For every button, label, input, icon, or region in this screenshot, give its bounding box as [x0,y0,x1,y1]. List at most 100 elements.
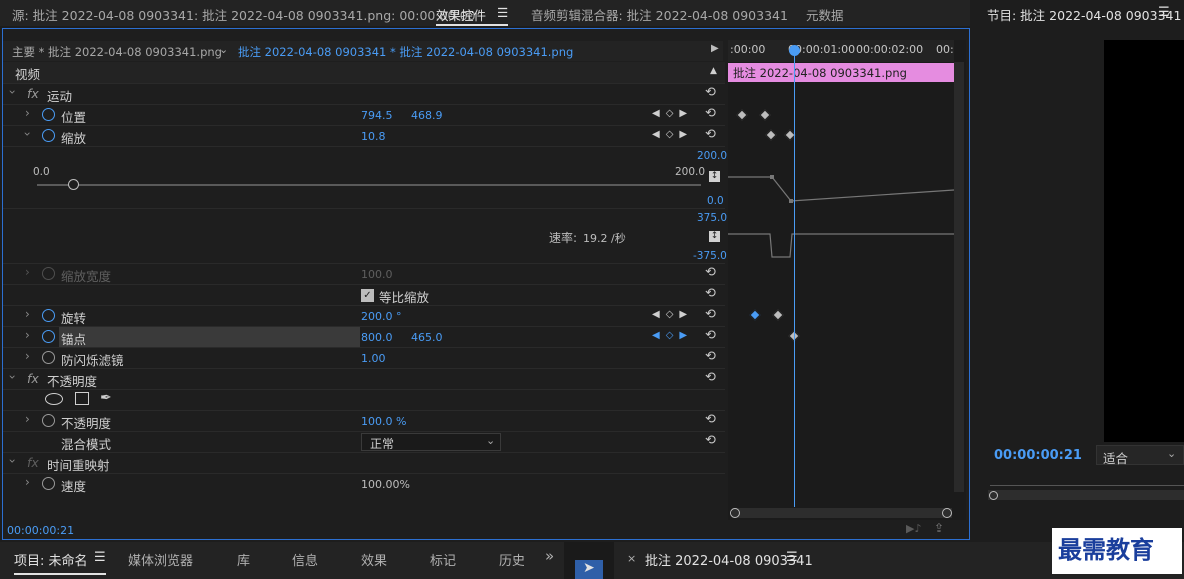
scroll-handle[interactable] [942,508,952,518]
vertical-scrollbar[interactable] [954,62,964,492]
tab-media-browser[interactable]: 媒体浏览器 [128,550,193,569]
stopwatch-icon[interactable] [42,108,55,121]
program-title[interactable]: 节目: 批注 2022-04-08 0903341 [987,5,1181,24]
graph-toggle-icon[interactable]: ↕ [709,231,720,242]
play-audio-icon[interactable]: ▶♪ [906,522,921,535]
tab-source[interactable]: 源: 批注 2022-04-08 0903341: 批注 2022-04-08 … [12,5,476,24]
expand-icon[interactable]: › [25,328,30,342]
stopwatch-icon[interactable] [42,477,55,490]
speed-value[interactable]: 100.00% [361,478,410,491]
scale-value[interactable]: 10.8 [361,130,386,143]
flicker-value[interactable]: 1.00 [361,352,386,365]
tab-audio-clip-mixer[interactable]: 音频剪辑混合器: 批注 2022-04-08 0903341 [531,5,788,24]
program-timecode[interactable]: 00:00:00:21 [994,448,1082,463]
expand-icon[interactable]: › [25,106,30,120]
time-remap-row[interactable]: › fx 时间重映射 [3,452,725,473]
expand-icon[interactable]: › [25,307,30,321]
playhead-handle[interactable] [789,45,800,56]
blend-mode-dropdown[interactable]: 正常 ⌄ [361,433,501,451]
scroll-handle[interactable] [730,508,740,518]
expand-icon[interactable]: › [5,459,19,464]
tab-metadata[interactable]: 元数据 [806,5,844,24]
reset-icon[interactable]: ⟲ [705,307,716,322]
scale-graph-curves[interactable] [728,146,954,262]
scale-slider-track[interactable] [37,184,701,186]
position-x-value[interactable]: 794.5 [361,109,393,122]
graph-handle[interactable] [770,175,774,179]
opacity-section-row[interactable]: › fx 不透明度 ⟲ [3,368,725,389]
motion-row[interactable]: › fx 运动 ⟲ [3,83,725,104]
opacity-value[interactable]: 100.0 % [361,415,406,428]
expand-icon[interactable]: › [25,349,30,363]
stopwatch-icon[interactable] [42,309,55,322]
program-menu-icon[interactable]: ☰ [1158,5,1170,20]
scroll-handle[interactable] [989,491,998,500]
expand-icon[interactable]: › [5,375,19,380]
reset-icon[interactable]: ⟲ [705,127,716,142]
reset-icon[interactable]: ⟲ [705,85,716,100]
anchor-x-value[interactable]: 800.0 [361,331,393,344]
anchor-y-value[interactable]: 465.0 [411,331,443,344]
zoom-scrollbar[interactable] [732,508,952,518]
tab-menu-icon[interactable]: ☰ [497,5,508,20]
tab-markers[interactable]: 标记 [430,550,456,569]
reset-icon[interactable]: ⟲ [705,349,716,364]
play-only-audio-icon[interactable]: ▶ [711,43,719,54]
uniform-scale-checkbox[interactable]: ✓ [361,289,374,302]
fx-icon[interactable]: fx [27,371,39,386]
tab-project[interactable]: 项目: 未命名 [14,550,88,569]
tab-effects[interactable]: 效果 [361,550,387,569]
clip-bar[interactable]: 批注 2022-04-08 0903341.png [728,63,954,82]
tab-info[interactable]: 信息 [292,550,318,569]
expand-icon[interactable]: › [5,90,19,95]
keyframe-navigator[interactable]: ◀◇▶ [652,309,693,320]
current-timecode[interactable]: 00:00:00:21 [7,524,74,537]
chevron-down-icon[interactable]: ⌄ [219,43,228,56]
collapse-up-icon[interactable]: ▲ [710,66,717,76]
rotation-value[interactable]: 200.0 ° [361,310,402,323]
ellipse-mask-icon[interactable] [45,393,63,405]
tab-menu-icon[interactable]: ☰ [786,550,798,565]
fit-dropdown[interactable]: 适合 ⌄ [1096,445,1184,466]
selection-tool-button[interactable]: ➤ [575,560,603,579]
reset-icon[interactable]: ⟲ [705,370,716,385]
sequence-clip-label[interactable]: 批注 2022-04-08 0903341 * 批注 2022-04-08 09… [238,44,573,60]
expand-icon[interactable]: › [20,132,34,137]
time-ruler[interactable]: :00:00 00:00:01:00 00:00:02:00 00: [728,40,954,62]
program-ruler[interactable] [990,477,1184,486]
stopwatch-icon[interactable] [42,330,55,343]
expand-icon[interactable]: › [25,475,30,489]
tab-effect-controls[interactable]: 效果控件 [436,5,486,24]
scale-slider-knob[interactable] [67,179,79,190]
reset-icon[interactable]: ⟲ [705,412,716,427]
reset-icon[interactable]: ⟲ [705,328,716,343]
fx-icon[interactable]: fx [27,86,39,101]
keyframe-navigator[interactable]: ◀◇▶ [652,330,693,341]
reset-icon[interactable]: ⟲ [705,286,716,301]
stopwatch-icon[interactable] [42,351,55,364]
reset-icon[interactable]: ⟲ [705,265,716,280]
stopwatch-icon[interactable] [42,414,55,427]
playhead[interactable] [794,47,795,507]
tab-menu-icon[interactable]: ☰ [94,550,106,565]
tab-libraries[interactable]: 库 [237,550,250,569]
master-clip-label[interactable]: 主要 * 批注 2022-04-08 0903341.png [12,44,222,60]
rate-value: 19.2 /秒 [583,232,626,245]
rectangle-mask-icon[interactable] [75,392,89,405]
keyframe-navigator[interactable]: ◀◇▶ [652,129,693,140]
more-tabs-icon[interactable]: » [545,547,554,565]
close-icon[interactable]: × [627,552,636,565]
export-icon[interactable]: ⇪ [934,521,944,535]
expand-icon[interactable]: › [25,412,30,426]
graph-toggle-icon[interactable]: ↕ [709,171,720,182]
reset-icon[interactable]: ⟲ [705,433,716,448]
clip-bar-label: 批注 2022-04-08 0903341.png [733,66,907,80]
pen-mask-icon[interactable]: ✒ [100,390,112,406]
position-y-value[interactable]: 468.9 [411,109,443,122]
reset-icon[interactable]: ⟲ [705,106,716,121]
program-scroll-track[interactable] [988,490,1184,500]
stopwatch-icon[interactable] [42,129,55,142]
graph-handle[interactable] [789,199,793,203]
keyframe-navigator[interactable]: ◀◇▶ [652,108,693,119]
tab-history[interactable]: 历史 [499,550,524,569]
